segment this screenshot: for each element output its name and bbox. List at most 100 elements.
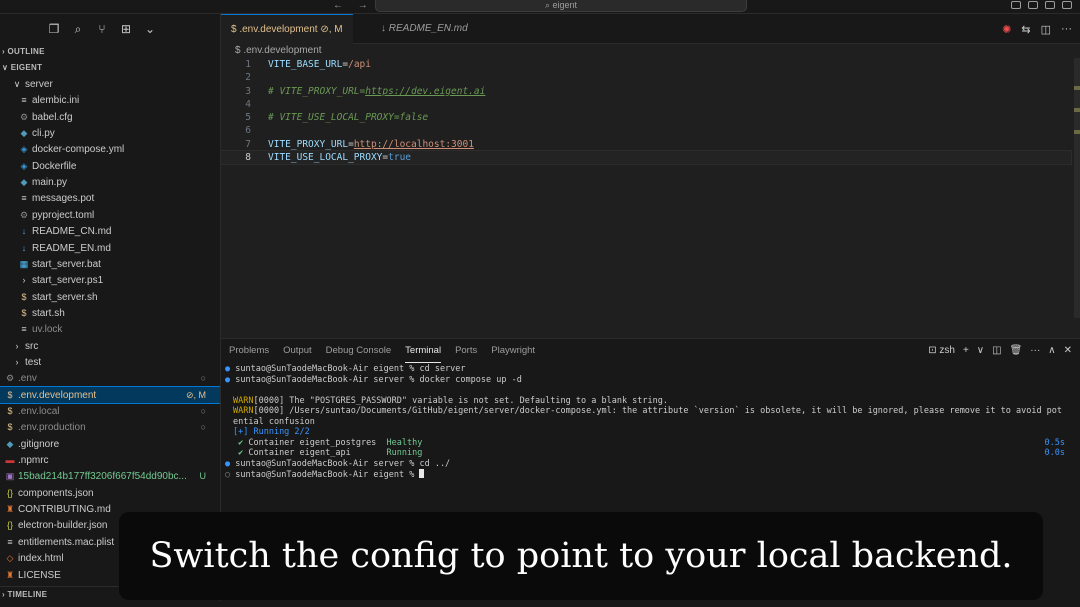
tree-file[interactable]: ≡ messages.pot	[0, 190, 220, 206]
layout-controls	[1011, 1, 1072, 9]
breadcrumb[interactable]: $ .env.development	[235, 44, 322, 58]
trash-icon[interactable]: 🗑	[1010, 345, 1023, 356]
file-type-icon: ◈	[20, 160, 28, 171]
tree-item-label: README_EN.md	[32, 242, 111, 254]
tree-item-label: babel.cfg	[32, 111, 73, 123]
title-bar: ← → ⌕ eigent	[0, 0, 1080, 14]
tree-file[interactable]: $ .env.development ⊘, M	[0, 385, 220, 404]
customize-layout-icon[interactable]	[1062, 1, 1072, 9]
more-actions-icon[interactable]: ···	[1030, 345, 1040, 356]
file-type-icon: ⚙	[19, 209, 29, 220]
tree-file[interactable]: {} components.json	[0, 485, 220, 501]
tree-file[interactable]: ◆ .gitignore	[0, 436, 220, 452]
code-line[interactable]: 8 VITE_USE_LOCAL_PROXY=true	[220, 150, 1072, 166]
terminal-shell-label[interactable]: ⊡ zsh	[928, 345, 955, 356]
tree-item-label: alembic.ini	[32, 95, 80, 107]
tree-file[interactable]: ◆ cli.py	[0, 125, 220, 141]
code-line[interactable]: 1 VITE_BASE_URL=/api	[221, 58, 1071, 71]
panel-tab-output[interactable]: Output	[283, 339, 312, 363]
tree-item-label: server	[25, 79, 53, 90]
tree-file[interactable]: ◈ docker-compose.yml	[0, 141, 220, 157]
more-actions-icon[interactable]: ···	[1061, 23, 1072, 36]
tree-file[interactable]: $ .env.local ○	[0, 403, 220, 419]
split-editor-icon[interactable]: ◫	[1041, 23, 1051, 36]
code-line[interactable]: 3 # VITE_PROXY_URL=https://dev.eigent.ai	[221, 85, 1071, 98]
toggle-panel-icon[interactable]	[1028, 1, 1038, 9]
code-line[interactable]: 5 # VITE_USE_LOCAL_PROXY=false	[221, 111, 1071, 124]
file-type-icon: ≡	[21, 324, 27, 335]
file-type-icon: ▦	[19, 258, 29, 269]
panel-tab-playwright[interactable]: Playwright	[491, 339, 535, 363]
close-panel-icon[interactable]: ✕	[1064, 345, 1072, 356]
terminal-line: [+] Running 2/2	[233, 427, 310, 437]
git-status-badge: ○	[200, 422, 206, 433]
tab-readme-en[interactable]: ↓ README_EN.md	[371, 14, 478, 44]
panel-tab-terminal[interactable]: Terminal	[405, 339, 442, 363]
tree-file[interactable]: ▦ start_server.bat	[0, 256, 220, 272]
code-line[interactable]: 2	[221, 71, 1071, 84]
tree-file[interactable]: ≡ uv.lock	[0, 321, 220, 337]
tree-file[interactable]: ↓ README_EN.md	[0, 240, 220, 256]
toggle-sidebar-icon[interactable]	[1011, 1, 1021, 9]
file-type-icon: ↓	[21, 242, 27, 253]
code-editor[interactable]: 1 VITE_BASE_URL=/api 2 3 # VITE_PROXY_URL=ht…	[220, 58, 1072, 166]
search-icon[interactable]: ⌕	[72, 22, 84, 37]
tree-item-label: index.html	[18, 553, 64, 565]
compare-icon[interactable]: ⇆	[1021, 23, 1030, 36]
tree-file[interactable]: $ start.sh	[0, 305, 220, 321]
copilot-icon[interactable]: ✺	[1002, 23, 1011, 36]
tree-item-label: uv.lock	[32, 324, 63, 336]
tree-folder[interactable]: › test	[0, 354, 220, 370]
tree-file[interactable]: ≡ alembic.ini	[0, 92, 220, 108]
maximize-panel-icon[interactable]: ∧	[1048, 345, 1055, 356]
tree-file[interactable]: ⚙ babel.cfg	[0, 109, 220, 125]
video-caption: Switch the config to point to your local…	[119, 512, 1043, 600]
tree-file[interactable]: $ start_server.sh	[0, 289, 220, 305]
nav-arrows[interactable]: ← →	[333, 0, 374, 11]
code-line[interactable]: 6	[221, 124, 1071, 137]
tree-file[interactable]: ◈ Dockerfile	[0, 158, 220, 174]
tree-item-label: CONTRIBUTING.md	[18, 504, 111, 516]
tree-file[interactable]: ⚙ .env ○	[0, 370, 220, 386]
tree-item-label: entitlements.mac.plist	[18, 536, 115, 548]
tree-file[interactable]: ▬ .npmrc	[0, 452, 220, 468]
file-type-icon: ≡	[7, 536, 13, 547]
tree-file[interactable]: ↓ README_CN.md	[0, 223, 220, 239]
tab-env-development[interactable]: $ .env.development ⊘, M	[221, 14, 353, 44]
tree-file[interactable]: › start_server.ps1	[0, 272, 220, 288]
split-terminal-icon[interactable]: ◫	[992, 345, 1001, 356]
line-number: 7	[245, 138, 251, 150]
source-control-icon[interactable]: ⑂	[96, 22, 108, 37]
chevron-down-icon[interactable]: ∨	[977, 345, 984, 356]
tree-file[interactable]: ◆ main.py	[0, 174, 220, 190]
code-line[interactable]: 4	[221, 98, 1071, 111]
files-icon[interactable]: ❐	[48, 22, 60, 37]
chevron-down-icon[interactable]: ⌄	[144, 22, 156, 37]
code-line[interactable]: 7 VITE_PROXY_URL=http://localhost:3001	[221, 138, 1071, 151]
panel-tab-debug-console[interactable]: Debug Console	[326, 339, 392, 363]
outline-section-header[interactable]: › OUTLINE	[0, 44, 220, 60]
toggle-secondary-sidebar-icon[interactable]	[1045, 1, 1055, 9]
new-terminal-icon[interactable]: +	[963, 345, 969, 356]
command-center-search[interactable]: ⌕ eigent	[375, 0, 747, 12]
file-type-icon: ▣	[5, 471, 15, 482]
file-type-icon: ◈	[20, 144, 28, 155]
panel-tab-ports[interactable]: Ports	[455, 339, 477, 363]
tree-folder[interactable]: › src	[0, 338, 220, 354]
git-status-badge: ⊘, M	[185, 389, 206, 400]
tree-file[interactable]: ▣ 15bad214b177ff3206f667f54dd90bc... U	[0, 468, 220, 484]
line-content: VITE_PROXY_URL=http://localhost:3001	[268, 138, 474, 150]
minimap[interactable]	[1074, 58, 1080, 318]
tree-file[interactable]: $ .env.production ○	[0, 419, 220, 435]
tree-file[interactable]: ⚙ pyproject.toml	[0, 207, 220, 223]
explorer-section-header[interactable]: ∨ EIGENT	[0, 60, 220, 76]
tree-item-label: .gitignore	[18, 438, 60, 450]
tree-folder[interactable]: ∨ server	[0, 76, 220, 92]
terminal-line: WARN[0000] /Users/suntao/Documents/GitHu…	[233, 406, 1063, 416]
file-type-icon: ∨	[13, 79, 21, 89]
file-type-icon: ◆	[6, 438, 14, 449]
panel-tab-problems[interactable]: Problems	[229, 339, 269, 363]
git-status-badge: ○	[200, 406, 206, 416]
terminal-output[interactable]: ● suntao@SunTaodeMacBook-Air eigent % cd…	[225, 364, 1075, 480]
extensions-icon[interactable]: ⊞	[120, 22, 132, 37]
